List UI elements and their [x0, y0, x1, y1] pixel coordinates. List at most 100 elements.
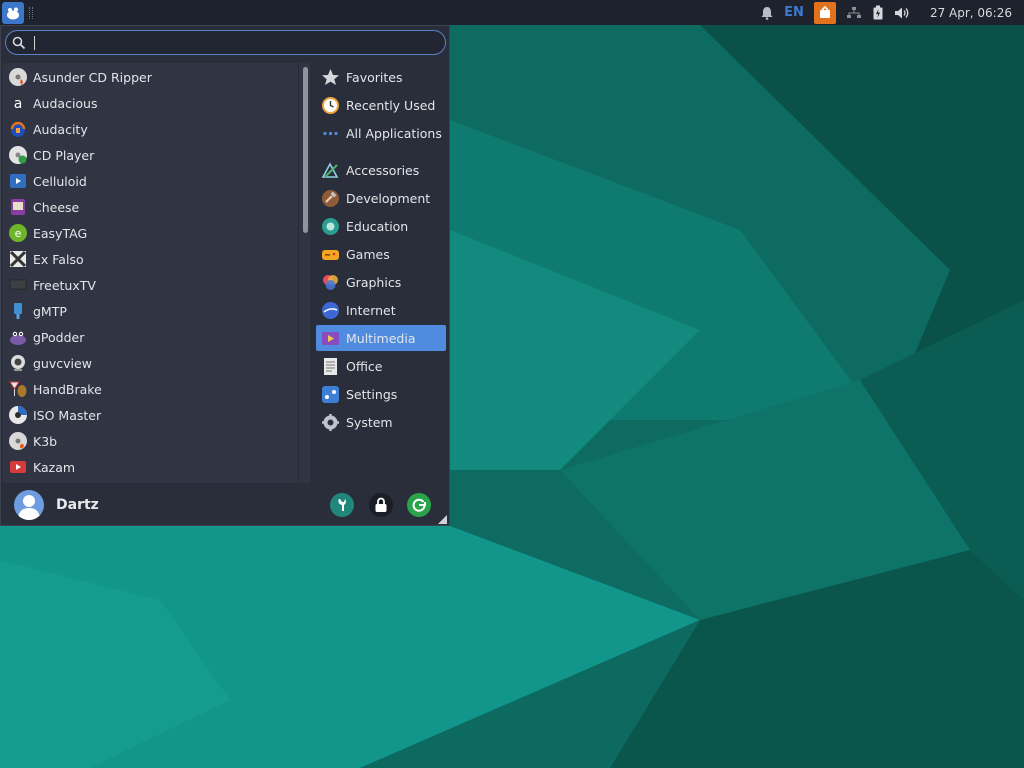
category-label: Education: [346, 218, 409, 234]
category-settings[interactable]: Settings: [316, 381, 446, 407]
notifications-icon[interactable]: [755, 0, 779, 25]
category-all-applications[interactable]: All Applications: [316, 120, 446, 146]
whisker-menu: Asunder CD Ripper a Audacious Audacity CD Pl…: [0, 25, 450, 526]
category-internet[interactable]: Internet: [316, 297, 446, 323]
category-system[interactable]: System: [316, 409, 446, 435]
top-panel: EN 27 Apr, 06:26: [0, 0, 1024, 25]
app-label: Cheese: [33, 199, 80, 215]
asunder-icon: [7, 67, 28, 88]
app-label: Audacity: [33, 121, 88, 137]
app-item-handbrake[interactable]: HandBrake: [7, 376, 297, 402]
volume-icon[interactable]: [889, 0, 915, 25]
network-icon[interactable]: [841, 0, 867, 25]
category-label: Graphics: [346, 274, 402, 290]
gear-icon: [321, 413, 340, 432]
update-notifier-icon[interactable]: [809, 0, 841, 25]
category-label: Recently Used: [346, 97, 436, 113]
battery-icon[interactable]: [867, 0, 889, 25]
kazam-icon: [7, 457, 28, 478]
category-education[interactable]: Education: [316, 213, 446, 239]
category-games[interactable]: Games: [316, 241, 446, 267]
category-label: Accessories: [346, 162, 420, 178]
keyboard-layout-indicator[interactable]: EN: [779, 0, 809, 25]
category-label: Development: [346, 190, 431, 206]
app-label: K3b: [33, 433, 58, 449]
menu-footer: Dartz: [1, 486, 449, 526]
lock-icon: [375, 497, 387, 512]
category-label: Favorites: [346, 69, 403, 85]
app-item-cd-player[interactable]: CD Player: [7, 142, 297, 168]
app-item-asunder-cd-ripper[interactable]: Asunder CD Ripper: [7, 64, 297, 90]
audacity-icon: [7, 119, 28, 140]
app-label: gPodder: [33, 329, 85, 345]
clock-icon: [321, 96, 340, 115]
app-item-k3b[interactable]: K3b: [7, 428, 297, 454]
resize-grip[interactable]: [438, 515, 447, 524]
whisker-menu-button[interactable]: [2, 1, 24, 24]
applications-scrollbar[interactable]: [298, 63, 310, 483]
app-item-iso-master[interactable]: ISO Master: [7, 402, 297, 428]
category-recently-used[interactable]: Recently Used: [316, 92, 446, 118]
search-bar[interactable]: [5, 30, 446, 55]
lock-screen-button[interactable]: [369, 493, 393, 517]
svg-text:a: a: [13, 96, 22, 112]
celluloid-icon: [7, 171, 28, 192]
panel-drag-handle[interactable]: [29, 6, 33, 19]
category-multimedia[interactable]: Multimedia: [316, 325, 446, 351]
app-item-audacity[interactable]: Audacity: [7, 116, 297, 142]
user-icon: [18, 495, 40, 520]
search-icon: [6, 36, 32, 50]
app-label: Audacious: [33, 95, 98, 111]
app-item-cheese[interactable]: Cheese: [7, 194, 297, 220]
app-item-gpodder[interactable]: gPodder: [7, 324, 297, 350]
k3b-icon: [7, 431, 28, 452]
category-label: Games: [346, 246, 390, 262]
category-graphics[interactable]: Graphics: [316, 269, 446, 295]
app-label: ISO Master: [33, 407, 102, 423]
clock[interactable]: 27 Apr, 06:26: [915, 6, 1024, 20]
app-item-gmtp[interactable]: gMTP: [7, 298, 297, 324]
guvcview-icon: [7, 353, 28, 374]
app-label: CD Player: [33, 147, 95, 163]
avatar[interactable]: [14, 490, 44, 520]
iso-master-icon: [7, 405, 28, 426]
handbrake-icon: [7, 379, 28, 400]
category-label: Multimedia: [346, 330, 416, 346]
app-label: Asunder CD Ripper: [33, 69, 152, 85]
app-item-kazam[interactable]: Kazam: [7, 454, 297, 480]
app-label: EasyTAG: [33, 225, 88, 241]
categories-list: Favorites Recently Used All Applications Ac…: [313, 63, 449, 483]
gpodder-icon: [7, 327, 28, 348]
username: Dartz: [56, 497, 99, 513]
app-item-celluloid[interactable]: Celluloid: [7, 168, 297, 194]
app-label: Ex Falso: [33, 251, 84, 267]
category-development[interactable]: Development: [316, 185, 446, 211]
category-label: Internet: [346, 302, 396, 318]
globe-icon: [321, 301, 340, 320]
easytag-icon: e: [7, 223, 28, 244]
app-item-freetuxtv[interactable]: FreetuxTV: [7, 272, 297, 298]
log-out-button[interactable]: [407, 493, 431, 517]
graphics-icon: [321, 273, 340, 292]
settings-manager-button[interactable]: [330, 493, 354, 517]
app-item-easytag[interactable]: e EasyTAG: [7, 220, 297, 246]
education-icon: [321, 217, 340, 236]
scrollbar-thumb[interactable]: [303, 67, 308, 233]
app-item-guvcview[interactable]: guvcview: [7, 350, 297, 376]
app-label: HandBrake: [33, 381, 102, 397]
app-item-ex-falso[interactable]: Ex Falso: [7, 246, 297, 272]
category-favorites[interactable]: Favorites: [316, 64, 446, 90]
xfce-mouse-icon: [7, 7, 19, 19]
multimedia-icon: [321, 329, 340, 348]
ex-falso-icon: [7, 249, 28, 270]
wrench-icon: [338, 499, 346, 511]
category-accessories[interactable]: Accessories: [316, 157, 446, 183]
document-icon: [321, 357, 340, 376]
grid-dots-icon: [321, 124, 340, 143]
search-input[interactable]: [35, 35, 445, 50]
category-office[interactable]: Office: [316, 353, 446, 379]
system-tray: EN 27 Apr, 06:26: [755, 0, 1024, 25]
app-item-audacious[interactable]: a Audacious: [7, 90, 297, 116]
star-icon: [321, 68, 340, 87]
settings-icon: [321, 385, 340, 404]
